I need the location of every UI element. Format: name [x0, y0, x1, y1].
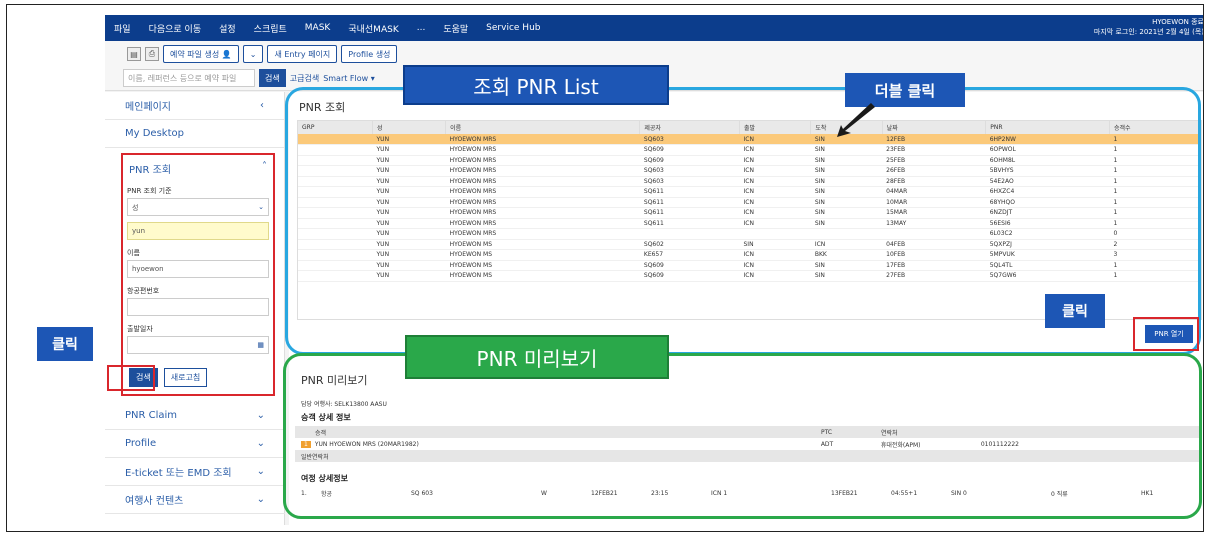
date-field[interactable]: ▦ — [127, 336, 269, 354]
click-annotation-right: 클릭 — [1045, 294, 1105, 328]
menu-goto[interactable]: 다음으로 이동 — [140, 22, 211, 35]
pnr-search-panel: PNR 조회 ˄ PNR 조회 기준 성 ⌄ yun 이름 hyoewon 항공편번… — [121, 153, 275, 396]
pnr-open-button[interactable]: PNR 열기 — [1145, 325, 1193, 343]
sidebar: 메인페이지 ‹ My Desktop PNR 조회 ˄ PNR 조회 기준 성 ⌄ y… — [105, 92, 285, 525]
sidebar-item-main[interactable]: 메인페이지 ‹ — [105, 92, 284, 120]
menu-script[interactable]: 스크립트 — [245, 22, 296, 35]
sidebar-main-label: 메인페이지 — [125, 102, 171, 113]
preview-annotation: PNR 미리보기 — [405, 335, 669, 379]
sidebar-pnr-claim-label: PNR Claim — [125, 410, 178, 421]
pnr-list-annotation: 조회 PNR List — [403, 65, 669, 105]
chevron-up-icon[interactable]: ˄ — [262, 161, 267, 176]
double-click-annotation: 더블 클릭 — [845, 73, 965, 107]
click-annotation-left: 클릭 — [37, 327, 93, 361]
menu-domestic-mask[interactable]: 국내선MASK — [339, 22, 407, 35]
booking-file-label: 예약 파일 생성 — [170, 49, 220, 59]
menu-service-hub[interactable]: Service Hub — [477, 23, 549, 33]
refresh-button[interactable]: 새로고침 — [163, 368, 208, 387]
sidebar-item-agency-content[interactable]: 여행사 컨텐츠 ⌄ — [105, 486, 285, 514]
user-info: HYOEWON 종료 마지막 로그인: 2021년 2월 4일 (목) — [1093, 17, 1204, 37]
last-login: 마지막 로그인: 2021년 2월 4일 (목) — [1093, 28, 1204, 36]
sidebar-item-eticket[interactable]: E-ticket 또는 EMD 조회 ⌄ — [105, 458, 285, 486]
name-label: 이름 — [127, 249, 140, 257]
booking-file-button[interactable]: 예약 파일 생성 👤 — [163, 45, 239, 63]
menu-settings[interactable]: 설정 — [210, 22, 245, 35]
search-input[interactable]: 이름, 레퍼런스 등으로 예약 파일 — [123, 69, 255, 87]
chevron-down-icon: ⌄ — [256, 410, 265, 421]
chevron-down-icon: ⌄ — [256, 438, 265, 449]
chevron-down-icon: ⌄ — [258, 203, 264, 211]
sidebar-item-desktop[interactable]: My Desktop — [105, 120, 284, 148]
profile-create-button[interactable]: Profile 생성 — [341, 45, 398, 63]
name-field[interactable]: hyoewon — [127, 260, 269, 278]
sidebar-agency-label: 여행사 컨텐츠 — [125, 496, 184, 507]
calendar-icon[interactable]: ▦ — [257, 341, 264, 349]
criteria-select[interactable]: 성 ⌄ — [127, 198, 269, 216]
criteria-label: PNR 조회 기준 — [127, 187, 172, 195]
flight-label: 항공편번호 — [127, 287, 160, 295]
menu-mask[interactable]: MASK — [296, 23, 340, 33]
sidebar-item-profile[interactable]: Profile ⌄ — [105, 430, 285, 458]
print-icon[interactable]: ⎙ — [145, 47, 159, 61]
search-btn-highlight — [107, 365, 155, 391]
screenshot-frame: 파일 다음으로 이동 설정 스크립트 MASK 국내선MASK ... 도움말 … — [6, 4, 1204, 532]
search-button[interactable]: 검색 — [259, 69, 286, 87]
user-icon: 👤 — [221, 49, 232, 59]
arrow-annotation — [837, 103, 875, 137]
new-entry-button[interactable]: 새 Entry 페이지 — [267, 45, 338, 63]
menu-more[interactable]: ... — [408, 23, 435, 33]
chevron-down-icon: ⌄ — [256, 466, 265, 477]
smartflow-link[interactable]: Smart Flow ▾ — [323, 74, 375, 83]
pnr-panel-title: PNR 조회 — [129, 165, 172, 176]
chevron-down-icon: ⌄ — [256, 494, 265, 505]
advanced-search-link[interactable]: 고급검색 — [290, 73, 319, 84]
user-name[interactable]: HYOEWON 종료 — [1094, 17, 1203, 27]
surname-field[interactable]: yun — [127, 222, 269, 240]
sidebar-desktop-label: My Desktop — [125, 128, 184, 139]
chevron-down-icon[interactable]: ⌄ — [242, 45, 264, 63]
menu-bar: 파일 다음으로 이동 설정 스크립트 MASK 국내선MASK ... 도움말 … — [105, 15, 1204, 41]
sidebar-profile-label: Profile — [125, 438, 157, 449]
sidebar-item-pnr-claim[interactable]: PNR Claim ⌄ — [105, 402, 285, 430]
menu-help[interactable]: 도움말 — [434, 22, 477, 35]
menu-file[interactable]: 파일 — [105, 22, 140, 35]
flight-field[interactable] — [127, 298, 269, 316]
criteria-value: 성 — [132, 204, 139, 212]
save-icon[interactable]: ▤ — [127, 47, 141, 61]
date-label: 출발일자 — [127, 325, 153, 333]
sidebar-eticket-label: E-ticket 또는 EMD 조회 — [125, 468, 232, 479]
chevron-left-icon: ‹ — [260, 100, 264, 111]
